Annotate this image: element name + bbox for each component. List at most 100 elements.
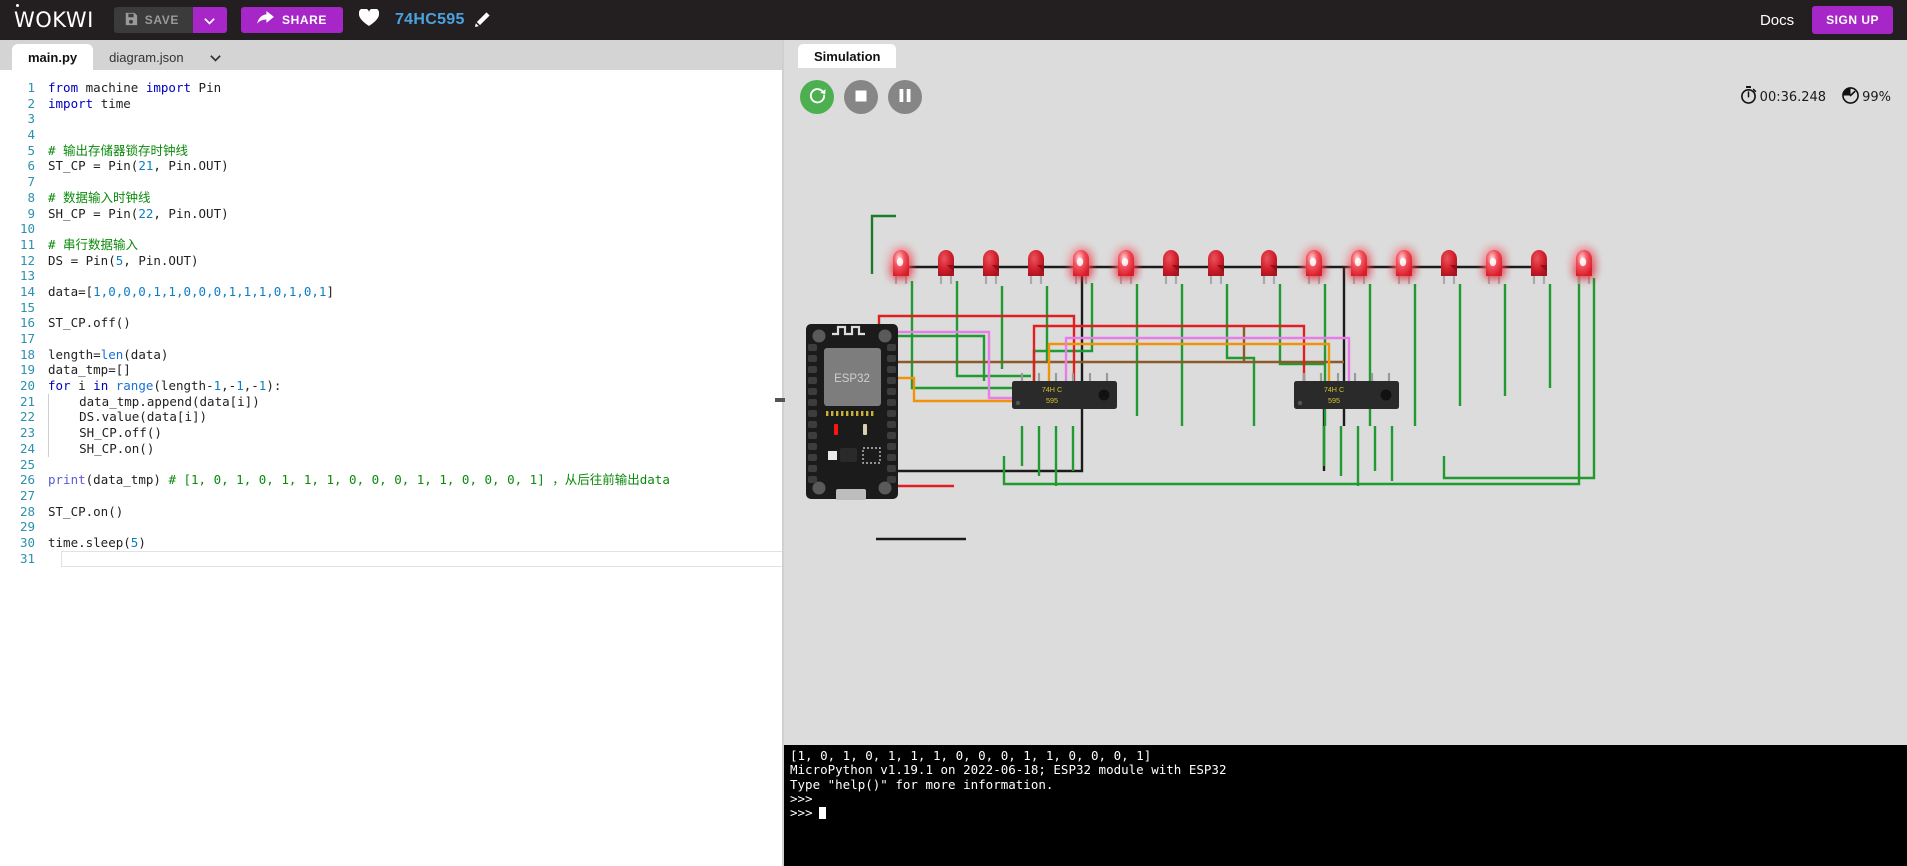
circuit-canvas[interactable]: ESP32 74H C 595 74H C 595 (784, 126, 1907, 745)
code-text: data_tmp=[] (48, 362, 131, 378)
code-text: DS.value(data[i]) (48, 409, 208, 426)
code-token: print (48, 472, 86, 488)
led[interactable] (1351, 250, 1367, 284)
editor-tab-bar: main.py diagram.json (0, 40, 784, 70)
docs-link[interactable]: Docs (1760, 12, 1794, 29)
code-token: SH_CP.off() (49, 425, 162, 441)
line-number: 28 (19, 503, 35, 519)
line-number: 9 (27, 205, 35, 221)
share-button[interactable]: SHARE (240, 7, 343, 33)
code-line: 22 DS.value(data[i]) (0, 409, 784, 426)
code-token: (length- (153, 378, 214, 394)
code-token: SH_CP.on() (49, 440, 155, 456)
editor-pane: main.py diagram.json 1 from machine impor… (0, 40, 785, 866)
restart-button[interactable] (800, 80, 834, 114)
led-legs (1307, 276, 1321, 284)
code-line: 23 SH_CP.off() (0, 425, 784, 441)
serial-terminal[interactable]: [1, 0, 1, 0, 1, 1, 1, 0, 0, 0, 1, 1, 0, … (784, 745, 1907, 866)
save-button-group: SAVE (113, 7, 227, 33)
code-line: 13 (0, 268, 784, 284)
line-number: 2 (27, 95, 35, 111)
stopwatch-icon (1740, 86, 1757, 108)
code-token: , Pin.OUT) (153, 158, 229, 174)
code-text: ST_CP.off() (48, 315, 131, 331)
line-number: 22 (19, 409, 35, 425)
chip2-label-line2: 595 (1328, 396, 1340, 405)
tab-main-py[interactable]: main.py (12, 44, 94, 70)
line-number: 17 (19, 331, 35, 346)
shift-register-chip-1[interactable]: 74H C 595 (1012, 373, 1117, 409)
esp32-board[interactable]: ESP32 (806, 324, 898, 500)
led[interactable] (938, 250, 954, 284)
code-token: ST_CP.on() (48, 503, 124, 519)
led[interactable] (1261, 250, 1277, 284)
led[interactable] (1486, 250, 1502, 284)
tab-simulation[interactable]: Simulation (798, 44, 897, 68)
code-token: time (100, 95, 131, 111)
performance-value: 99% (1862, 89, 1891, 105)
code-token: 21 (138, 158, 154, 174)
led-highlight (1579, 257, 1587, 267)
chip2-label-line1: 74H C (1324, 385, 1344, 394)
led[interactable] (1531, 250, 1547, 284)
save-dropdown-button[interactable] (192, 7, 227, 33)
line-number: 14 (19, 283, 35, 299)
tab-diagram-json[interactable]: diagram.json (93, 44, 199, 70)
code-line: 18 length=len(data) (0, 347, 784, 363)
led[interactable] (1396, 250, 1412, 284)
line-number: 25 (19, 456, 35, 472)
stop-button[interactable] (844, 80, 878, 114)
top-bar: WOKWI SAVE SHARE 74HC595 Docs SIGN UP (0, 0, 1907, 40)
line-number: 11 (19, 236, 35, 252)
topbar-right-group: Docs SIGN UP (1760, 6, 1893, 34)
led-legs (894, 276, 908, 284)
line-number: 6 (27, 158, 35, 174)
led[interactable] (1576, 250, 1592, 284)
line-number: 19 (19, 362, 35, 378)
code-line: 17 (0, 331, 784, 347)
code-token: 1,0,0,0,1,1,0,0,0,1,1,1,0,1,0,1 (93, 283, 327, 299)
led[interactable] (893, 250, 909, 284)
code-token: # 数据输入时钟线 (48, 189, 151, 205)
shift-register-chip-2[interactable]: 74H C 595 (1294, 373, 1399, 409)
share-button-label: SHARE (281, 13, 327, 27)
code-token: from (48, 80, 86, 95)
led-unlit (983, 250, 999, 276)
editor-tab-dropdown-button[interactable] (200, 44, 231, 70)
code-line: 5 # 输出存储器锁存时钟线 (0, 143, 784, 159)
led[interactable] (1028, 250, 1044, 284)
wokwi-logo[interactable]: WOKWI (14, 4, 94, 32)
led-legs (1487, 276, 1501, 284)
led[interactable] (1306, 250, 1322, 284)
led[interactable] (1208, 250, 1224, 284)
led[interactable] (1118, 250, 1134, 284)
simulation-toolbar: 00:36.248 99% (784, 68, 1907, 126)
code-text: print(data_tmp) # [1, 0, 1, 0, 1, 1, 1, … (48, 472, 670, 488)
led[interactable] (1163, 250, 1179, 284)
led-legs (1442, 276, 1456, 284)
code-line: 19 data_tmp=[] (0, 362, 784, 378)
code-line: 29 (0, 519, 784, 535)
pencil-icon[interactable] (474, 11, 490, 29)
code-token: ST_CP.off() (48, 315, 131, 331)
code-token: 22 (138, 205, 154, 221)
led-legs (984, 276, 998, 284)
code-token: ] (326, 283, 334, 299)
code-editor[interactable]: 1 from machine import Pin 2 import time 3 4 5 #… (0, 70, 784, 866)
line-number: 1 (27, 80, 35, 95)
code-line: 26 print(data_tmp) # [1, 0, 1, 0, 1, 1, 1… (0, 472, 784, 488)
led[interactable] (1441, 250, 1457, 284)
code-token: DS.value(data[i]) (49, 409, 208, 425)
code-text: # 数据输入时钟线 (48, 190, 151, 206)
terminal-cursor (818, 807, 826, 820)
code-text: SH_CP.off() (48, 425, 162, 441)
save-button[interactable]: SAVE (113, 7, 193, 33)
code-token: , Pin.OUT) (153, 205, 229, 221)
code-token: 1 (236, 378, 244, 394)
led[interactable] (983, 250, 999, 284)
heart-icon[interactable] (358, 8, 380, 31)
code-token: time.sleep( (48, 534, 131, 550)
code-text: # 输出存储器锁存时钟线 (48, 143, 188, 159)
pause-button[interactable] (888, 80, 922, 114)
signup-button[interactable]: SIGN UP (1812, 6, 1893, 34)
